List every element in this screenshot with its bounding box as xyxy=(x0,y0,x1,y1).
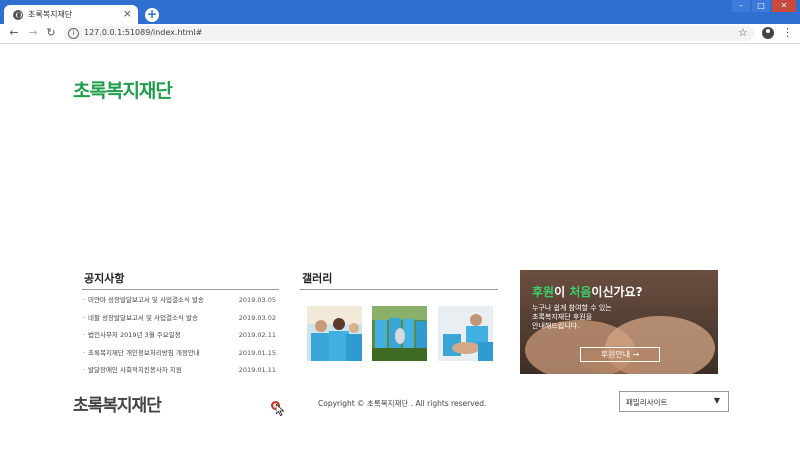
notice-item-date: 2019.02.11 xyxy=(238,331,276,339)
profile-avatar-icon[interactable] xyxy=(762,27,774,39)
gallery-thumbnails xyxy=(307,306,497,361)
site-logo[interactable]: 초록복지재단 xyxy=(73,76,173,103)
new-tab-button[interactable]: + xyxy=(145,8,159,22)
notice-item-text[interactable]: 네팔 성장발달보고서 및 사업결소식 발송 xyxy=(83,310,198,328)
notice-item-date: 2019.01.15 xyxy=(238,348,276,357)
notice-item-date: 2019.03.05 xyxy=(238,296,276,304)
footer-logo[interactable]: 초록복지재단 xyxy=(73,391,162,416)
browser-toolbar: ← → ↻ i 127.0.0.1:51089/index.html# ☆ ⋮ xyxy=(0,24,800,44)
gallery-thumb[interactable] xyxy=(372,306,427,361)
donation-desc-line: 누구나 쉽게 참여할 수 있는 xyxy=(532,304,612,312)
window-controls: – □ ✕ xyxy=(730,0,796,12)
notice-item-text[interactable]: 발달장애인 사회적치킨봉사자 지원 xyxy=(83,362,182,380)
notice-item-date: 2019.01.11 xyxy=(238,366,276,374)
copyright-text: Copyright © 초록복지재단 . All rights reserved… xyxy=(318,399,487,408)
chevron-down-icon: ▼ xyxy=(713,396,720,405)
info-icon[interactable]: i xyxy=(68,28,79,39)
notice-item-text[interactable]: 미얀마 성장발달보고서 및 사업결소식 발송 xyxy=(83,292,204,310)
maximize-button[interactable]: □ xyxy=(752,0,770,12)
family-site-label: 패밀리사이트 xyxy=(626,398,668,407)
url-text: 127.0.0.1:51089/index.html# xyxy=(84,28,203,37)
tab-title: 초록복지재단 xyxy=(28,10,73,19)
donation-question: 후원이 처음이신가요? xyxy=(532,283,643,300)
donation-desc-line: 안내해드립니다. xyxy=(532,322,580,330)
donation-question-text: 이 xyxy=(554,285,570,299)
donation-banner[interactable]: 후원이 처음이신가요? 누구나 쉽게 참여할 수 있는 초록복지재단 후원을 안… xyxy=(520,270,718,374)
notice-item[interactable]: 네팔 성장발달보고서 및 사업결소식 발송 2019.03.02 xyxy=(82,310,279,328)
tab-strip: 초록복지재단 × + – □ ✕ xyxy=(0,0,800,24)
browser-tab[interactable]: 초록복지재단 × xyxy=(4,5,138,24)
donation-description: 누구나 쉽게 참여할 수 있는 초록복지재단 후원을 안내해드립니다. xyxy=(532,304,612,331)
reload-button[interactable]: ↻ xyxy=(44,26,58,40)
bookmark-star-icon[interactable]: ☆ xyxy=(738,26,748,40)
browser-chrome: 초록복지재단 × + – □ ✕ ← → ↻ i 127.0.0.1:51089… xyxy=(0,0,800,44)
address-bar[interactable]: i 127.0.0.1:51089/index.html# xyxy=(64,26,754,41)
notice-item[interactable]: 초록복지재단 개인정보처리방침 개정안내 2019.01.15 xyxy=(82,345,279,363)
notice-item-date: 2019.03.02 xyxy=(238,313,276,322)
window-close-button[interactable]: ✕ xyxy=(772,0,796,12)
back-button[interactable]: ← xyxy=(7,26,21,40)
donation-desc-line: 초록복지재단 후원을 xyxy=(532,313,593,321)
gallery-section: 갤러리 xyxy=(300,270,498,361)
notice-item[interactable]: 미얀마 성장발달보고서 및 사업결소식 발송 2019.03.05 xyxy=(82,292,279,310)
gallery-thumb[interactable] xyxy=(307,306,362,361)
family-site-select[interactable]: 패밀리사이트 ▼ xyxy=(619,391,729,412)
close-icon[interactable]: × xyxy=(123,7,132,21)
donation-highlight: 후원 xyxy=(532,285,555,299)
menu-dots-icon[interactable]: ⋮ xyxy=(782,25,793,41)
notice-section: 공지사항 미얀마 성장발달보고서 및 사업결소식 발송 2019.03.05 네… xyxy=(82,270,279,380)
notice-item-text[interactable]: 초록복지재단 개인정보처리방침 개정안내 xyxy=(83,345,200,363)
minimize-button[interactable]: – xyxy=(732,0,750,12)
notice-item-text[interactable]: 법인사무처 2019년 3월 주요일정 xyxy=(83,327,181,345)
notice-item[interactable]: 법인사무처 2019년 3월 주요일정 2019.02.11 xyxy=(82,327,279,345)
globe-icon xyxy=(13,10,23,20)
notice-item[interactable]: 발달장애인 사회적치킨봉사자 지원 2019.01.11 xyxy=(82,362,279,380)
gallery-thumb[interactable] xyxy=(438,306,493,361)
donation-highlight: 처음 xyxy=(569,285,592,299)
cursor-arrow-icon xyxy=(276,404,284,416)
notice-list: 미얀마 성장발달보고서 및 사업결소식 발송 2019.03.05 네팔 성장발… xyxy=(82,292,279,380)
notice-title[interactable]: 공지사항 xyxy=(82,270,279,290)
forward-button[interactable]: → xyxy=(26,26,40,40)
donation-question-text: 이신가요? xyxy=(591,285,643,299)
donation-guide-button[interactable]: 후원안내 → xyxy=(580,347,660,362)
gallery-title[interactable]: 갤러리 xyxy=(300,270,498,290)
